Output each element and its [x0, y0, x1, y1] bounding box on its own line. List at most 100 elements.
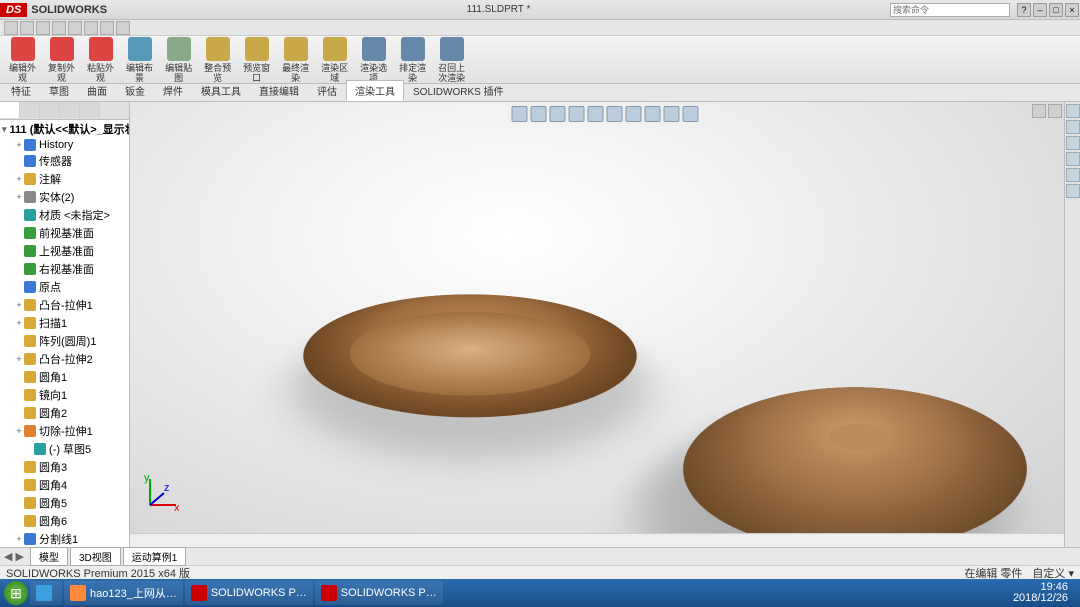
tree-expander[interactable]: + — [14, 192, 24, 202]
command-tab-7[interactable]: 评估 — [308, 80, 346, 101]
tree-root[interactable]: ▾111 (默认<<默认>_显示状态 — [0, 120, 129, 138]
tree-node-18[interactable]: 圆角3 — [0, 458, 129, 476]
view-orient-icon[interactable] — [588, 106, 604, 122]
help-button[interactable]: ? — [1017, 3, 1031, 17]
command-tab-0[interactable]: 特征 — [2, 80, 40, 101]
tree-node-12[interactable]: +凸台-拉伸2 — [0, 350, 129, 368]
command-tab-9[interactable]: SOLIDWORKS 插件 — [404, 80, 513, 101]
command-tab-1[interactable]: 草图 — [40, 80, 78, 101]
qat-save-icon[interactable] — [36, 21, 50, 35]
ribbon-button-2[interactable]: 粘贴外 观 — [82, 34, 119, 86]
orientation-triad[interactable]: y x z — [142, 473, 182, 513]
close-button[interactable]: × — [1065, 3, 1079, 17]
qat-open-icon[interactable] — [20, 21, 34, 35]
tree-expander[interactable]: + — [14, 318, 24, 328]
tree-node-14[interactable]: 镜向1 — [0, 386, 129, 404]
ribbon-button-7[interactable]: 最终渲 染 — [277, 34, 314, 86]
ribbon-button-0[interactable]: 编辑外 观 — [4, 34, 41, 86]
tree-node-6[interactable]: 上视基准面 — [0, 242, 129, 260]
horizontal-scrollbar[interactable] — [130, 533, 1064, 547]
tree-node-22[interactable]: +分割线1 — [0, 530, 129, 547]
taskbar-clock[interactable]: 19:46 2018/12/26 — [1013, 582, 1076, 604]
status-custom-menu[interactable]: 自定义 ▾ — [1032, 565, 1074, 581]
tp-view-palette-icon[interactable] — [1066, 152, 1080, 166]
fp-tab-dim-icon[interactable] — [60, 102, 80, 118]
tree-node-15[interactable]: 圆角2 — [0, 404, 129, 422]
appearance-icon[interactable] — [645, 106, 661, 122]
start-button[interactable]: ⊞ — [4, 581, 28, 605]
scene-icon[interactable] — [664, 106, 680, 122]
vp-split-icon[interactable] — [1032, 104, 1046, 118]
tp-appearances-icon[interactable] — [1066, 168, 1080, 182]
command-search-input[interactable] — [890, 3, 1010, 17]
graphics-viewport[interactable]: y x z — [130, 102, 1080, 547]
ribbon-button-9[interactable]: 渲染选 项 — [355, 34, 392, 86]
bottom-tab-1[interactable]: 3D视图 — [70, 547, 121, 566]
ribbon-button-11[interactable]: 召回上 次渲染 — [433, 34, 470, 86]
tree-node-11[interactable]: 阵列(圆周)1 — [0, 332, 129, 350]
qat-undo-icon[interactable] — [68, 21, 82, 35]
bottom-tab-0[interactable]: 模型 — [30, 547, 68, 566]
tp-resources-icon[interactable] — [1066, 104, 1080, 118]
qat-redo-icon[interactable] — [84, 21, 98, 35]
qat-new-icon[interactable] — [4, 21, 18, 35]
minimize-button[interactable]: – — [1033, 3, 1047, 17]
tree-expander[interactable]: + — [14, 426, 24, 436]
ribbon-button-6[interactable]: 预览窗 口 — [238, 34, 275, 86]
qat-rebuild-icon[interactable] — [100, 21, 114, 35]
taskbar-app-1[interactable] — [30, 581, 62, 605]
tree-node-8[interactable]: 原点 — [0, 278, 129, 296]
fp-tab-tree-icon[interactable] — [0, 102, 20, 118]
view-settings-icon[interactable] — [683, 106, 699, 122]
vp-max-icon[interactable] — [1048, 104, 1062, 118]
ribbon-button-5[interactable]: 整合预 览 — [199, 34, 236, 86]
ribbon-button-4[interactable]: 编辑贴 图 — [160, 34, 197, 86]
display-style-icon[interactable] — [607, 106, 623, 122]
tp-custom-props-icon[interactable] — [1066, 184, 1080, 198]
tp-file-explorer-icon[interactable] — [1066, 136, 1080, 150]
tree-expander[interactable]: + — [14, 174, 24, 184]
fp-tab-prop-icon[interactable] — [20, 102, 40, 118]
maximize-button[interactable]: □ — [1049, 3, 1063, 17]
tree-node-10[interactable]: +扫描1 — [0, 314, 129, 332]
command-tab-8[interactable]: 渲染工具 — [346, 80, 404, 101]
tree-node-5[interactable]: 前视基准面 — [0, 224, 129, 242]
zoom-area-icon[interactable] — [531, 106, 547, 122]
tree-node-1[interactable]: 传感器 — [0, 152, 129, 170]
taskbar-app-3[interactable]: SOLIDWORKS P… — [185, 581, 313, 605]
feature-tree[interactable]: ▾111 (默认<<默认>_显示状态+History 传感器+注解+实体(2) … — [0, 120, 129, 547]
tree-expander[interactable]: + — [14, 140, 24, 150]
tree-node-0[interactable]: +History — [0, 138, 129, 152]
ribbon-button-1[interactable]: 复制外 观 — [43, 34, 80, 86]
fp-tab-config-icon[interactable] — [40, 102, 60, 118]
ribbon-button-3[interactable]: 编辑布 景 — [121, 34, 158, 86]
fp-tab-display-icon[interactable] — [80, 102, 100, 118]
taskbar-app-4[interactable]: SOLIDWORKS P… — [315, 581, 443, 605]
ribbon-button-8[interactable]: 渲染区 域 — [316, 34, 353, 86]
tree-node-16[interactable]: +切除-拉伸1 — [0, 422, 129, 440]
bottom-tab-arrows[interactable]: ◀ ▶ — [4, 550, 24, 563]
qat-options-icon[interactable] — [116, 21, 130, 35]
tree-node-19[interactable]: 圆角4 — [0, 476, 129, 494]
hide-show-icon[interactable] — [626, 106, 642, 122]
bottom-tab-2[interactable]: 运动算例1 — [123, 547, 187, 566]
command-tab-3[interactable]: 钣金 — [116, 80, 154, 101]
tree-node-2[interactable]: +注解 — [0, 170, 129, 188]
qat-print-icon[interactable] — [52, 21, 66, 35]
prev-view-icon[interactable] — [550, 106, 566, 122]
tree-expander[interactable]: + — [14, 534, 24, 544]
zoom-fit-icon[interactable] — [512, 106, 528, 122]
tree-node-21[interactable]: 圆角6 — [0, 512, 129, 530]
tree-node-3[interactable]: +实体(2) — [0, 188, 129, 206]
tree-node-13[interactable]: 圆角1 — [0, 368, 129, 386]
tree-node-17[interactable]: (-) 草图5 — [0, 440, 129, 458]
tp-design-lib-icon[interactable] — [1066, 120, 1080, 134]
tree-node-4[interactable]: 材质 <未指定> — [0, 206, 129, 224]
ribbon-button-10[interactable]: 排定渲 染 — [394, 34, 431, 86]
tree-node-7[interactable]: 右视基准面 — [0, 260, 129, 278]
command-tab-4[interactable]: 焊件 — [154, 80, 192, 101]
taskbar-app-2[interactable]: hao123_上网从… — [64, 581, 183, 605]
section-view-icon[interactable] — [569, 106, 585, 122]
tree-expander[interactable]: + — [14, 300, 24, 310]
tree-node-9[interactable]: +凸台-拉伸1 — [0, 296, 129, 314]
